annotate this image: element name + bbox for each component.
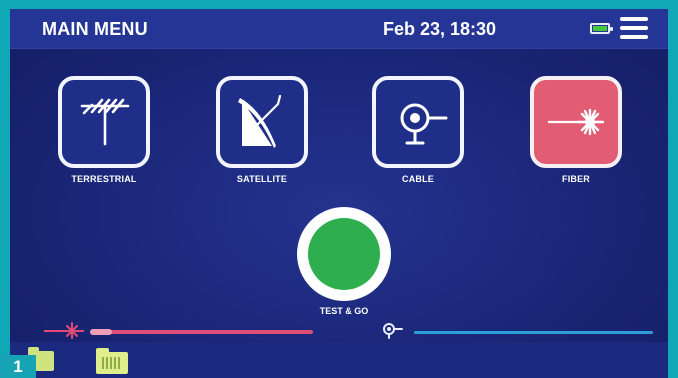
satellite-label: SATELLITE <box>236 174 288 184</box>
page-title: MAIN MENU <box>42 19 148 39</box>
battery-icon <box>590 23 613 34</box>
fiber-signal-bar <box>90 330 313 334</box>
date-time: Feb 23, 18:30 <box>383 19 497 39</box>
cable-button[interactable] <box>372 76 464 168</box>
satellite-button[interactable] <box>216 76 308 168</box>
laser-icon <box>548 108 604 136</box>
test-and-go-button[interactable] <box>297 207 391 301</box>
cable-signal-bar <box>414 331 653 334</box>
terrestrial-button[interactable] <box>58 76 150 168</box>
antenna-icon <box>80 98 130 146</box>
satellite-dish-icon <box>238 94 282 148</box>
coax-cable-icon <box>383 323 403 339</box>
folder-grid-icon[interactable] <box>96 348 128 374</box>
fiber-button[interactable] <box>530 76 622 168</box>
cable-label: CABLE <box>402 174 434 184</box>
fiber-label: FIBER <box>562 174 590 184</box>
signal-bars <box>10 321 668 341</box>
top-bar: MAIN MENU Feb 23, 18:30 <box>10 9 668 49</box>
device-screen: MAIN MENU Feb 23, 18:30 TERRESTRIAL SATE… <box>10 9 668 378</box>
fiber-signal-knob[interactable] <box>90 329 112 335</box>
laser-icon <box>44 322 84 339</box>
taskbar <box>10 342 668 378</box>
figure-number-badge: 1 <box>0 355 36 378</box>
test-and-go-label: TEST & GO <box>319 306 369 316</box>
test-and-go-indicator <box>308 218 380 290</box>
terrestrial-label: TERRESTRIAL <box>71 174 137 184</box>
coax-cable-icon <box>400 103 448 145</box>
hamburger-menu-icon[interactable] <box>620 17 648 39</box>
